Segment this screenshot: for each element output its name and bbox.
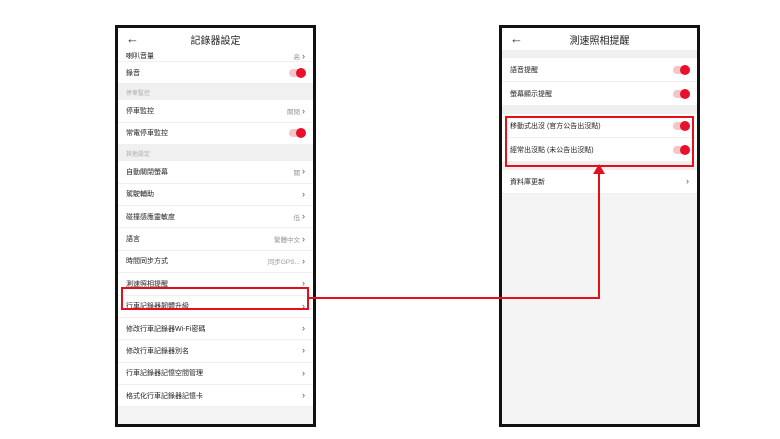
chevron-right-icon: › xyxy=(302,233,305,244)
chevron-right-icon: › xyxy=(302,255,305,266)
toggle-knob xyxy=(296,67,306,78)
row-value: 關閉 xyxy=(287,109,300,117)
connector-line-vertical xyxy=(598,172,600,299)
row-label: 常電停車監控 xyxy=(126,130,168,138)
section-header-parking: 停車監控 xyxy=(118,84,313,101)
toggle-knob xyxy=(680,88,690,99)
toggle-knob xyxy=(680,64,690,75)
mobile-camera-toggle[interactable] xyxy=(673,120,690,131)
row-label: 語言 xyxy=(126,236,140,244)
frequent-spot-toggle[interactable] xyxy=(673,144,690,155)
settings-item[interactable]: 自動關閉螢幕 關 › xyxy=(118,161,313,184)
row-value: 同步GPS... xyxy=(267,259,300,267)
speaker-volume-row[interactable]: 喇叭音量 高 › xyxy=(118,50,313,62)
row-label: 行車記錄器韌體升級 xyxy=(126,303,189,311)
chevron-right-icon: › xyxy=(302,166,305,177)
row-label: 自動關閉螢幕 xyxy=(126,168,168,176)
row-label: 停車監控 xyxy=(126,108,154,116)
chevron-right-icon: › xyxy=(302,188,305,199)
row-label: 語音提醒 xyxy=(510,66,538,74)
chevron-right-icon: › xyxy=(302,390,305,401)
voice-alert-toggle[interactable] xyxy=(673,64,690,75)
spacer xyxy=(502,106,697,114)
spacer xyxy=(502,50,697,58)
settings-item[interactable]: 行車記錄器韌體升級 › xyxy=(118,295,313,318)
chevron-right-icon: › xyxy=(302,105,305,116)
settings-item[interactable]: 碰撞感應靈敏度 低 › xyxy=(118,205,313,229)
chevron-right-icon: › xyxy=(302,278,305,289)
row-value: 關 xyxy=(293,169,301,177)
toggle-knob xyxy=(680,120,690,131)
back-arrow-icon[interactable]: ← xyxy=(510,30,523,48)
chevron-right-icon: › xyxy=(302,211,305,222)
recording-toggle[interactable] xyxy=(289,67,306,78)
chevron-right-icon: › xyxy=(686,176,689,186)
speed-camera-alert-item[interactable]: 測速照相提醒 › xyxy=(118,273,313,296)
arrow-up-icon xyxy=(593,164,605,174)
row-label: 修改行車記錄器別名 xyxy=(126,347,189,355)
parking-monitor-row[interactable]: 停車監控 關閉 › xyxy=(118,100,313,123)
screen-alert-row: 螢幕顯示提醒 xyxy=(502,82,697,106)
row-label: 駕駛輔助 xyxy=(126,191,154,199)
row-label: 時間同步方式 xyxy=(126,258,168,266)
voice-alert-row: 語音提醒 xyxy=(502,58,697,82)
chevron-right-icon: › xyxy=(302,51,305,61)
row-label: 行車記錄器記憶空間管理 xyxy=(126,370,203,378)
chevron-right-icon: › xyxy=(302,345,305,356)
row-value: 繁體中文 xyxy=(274,237,300,245)
row-value: 低 xyxy=(293,214,301,222)
row-label: 移動式出沒 (官方公告出沒點) xyxy=(510,122,601,130)
chevron-right-icon: › xyxy=(302,300,305,311)
row-label: 錄音 xyxy=(126,69,140,77)
toggle-knob xyxy=(680,144,690,155)
settings-item[interactable]: 修改行車記錄器Wi-Fi密碼 › xyxy=(118,317,313,341)
chevron-right-icon: › xyxy=(302,367,305,378)
settings-screen: ← 記錄器設定 喇叭音量 高 › 錄音 停車監控 停車監控 關閉 › 常電停車監… xyxy=(115,25,316,427)
constant-power-toggle[interactable] xyxy=(289,128,306,139)
section-header-other: 其他設定 xyxy=(118,145,313,162)
frequent-spot-row: 經常出沒點 (未公告出沒點) xyxy=(502,138,697,162)
row-label: 修改行車記錄器Wi-Fi密碼 xyxy=(126,325,206,333)
header: ← 測速照相提醒 xyxy=(502,28,697,50)
row-label: 喇叭音量 xyxy=(126,53,154,60)
constant-power-parking-row: 常電停車監控 xyxy=(118,122,313,146)
mobile-camera-row: 移動式出沒 (官方公告出沒點) xyxy=(502,114,697,138)
back-arrow-icon[interactable]: ← xyxy=(126,30,139,48)
settings-item[interactable]: 行車記錄器記憶空間管理 › xyxy=(118,362,313,386)
settings-item[interactable]: 駕駛輔助 › xyxy=(118,183,313,206)
row-label: 格式化行車記錄器記憶卡 xyxy=(126,392,203,400)
recording-row: 錄音 xyxy=(118,62,313,85)
row-label: 螢幕顯示提醒 xyxy=(510,90,552,98)
settings-item[interactable]: 格式化行車記錄器記憶卡 › xyxy=(118,385,313,408)
row-value: 高 xyxy=(293,54,301,61)
settings-item[interactable]: 時間同步方式 同步GPS... › xyxy=(118,250,313,274)
toggle-knob xyxy=(296,128,306,139)
settings-item[interactable]: 語言 繁體中文 › xyxy=(118,228,313,251)
page-title: 測速照相提醒 xyxy=(569,35,630,47)
connector-line-horizontal xyxy=(309,297,600,299)
chevron-right-icon: › xyxy=(302,323,305,334)
page-title: 記錄器設定 xyxy=(190,35,241,47)
header: ← 記錄器設定 xyxy=(118,28,313,50)
screen-alert-toggle[interactable] xyxy=(673,88,690,99)
row-label: 經常出沒點 (未公告出沒點) xyxy=(510,146,594,154)
settings-item[interactable]: 修改行車記錄器別名 › xyxy=(118,340,313,363)
row-label: 測速照相提醒 xyxy=(126,280,168,288)
row-label: 碰撞感應靈敏度 xyxy=(126,213,175,221)
